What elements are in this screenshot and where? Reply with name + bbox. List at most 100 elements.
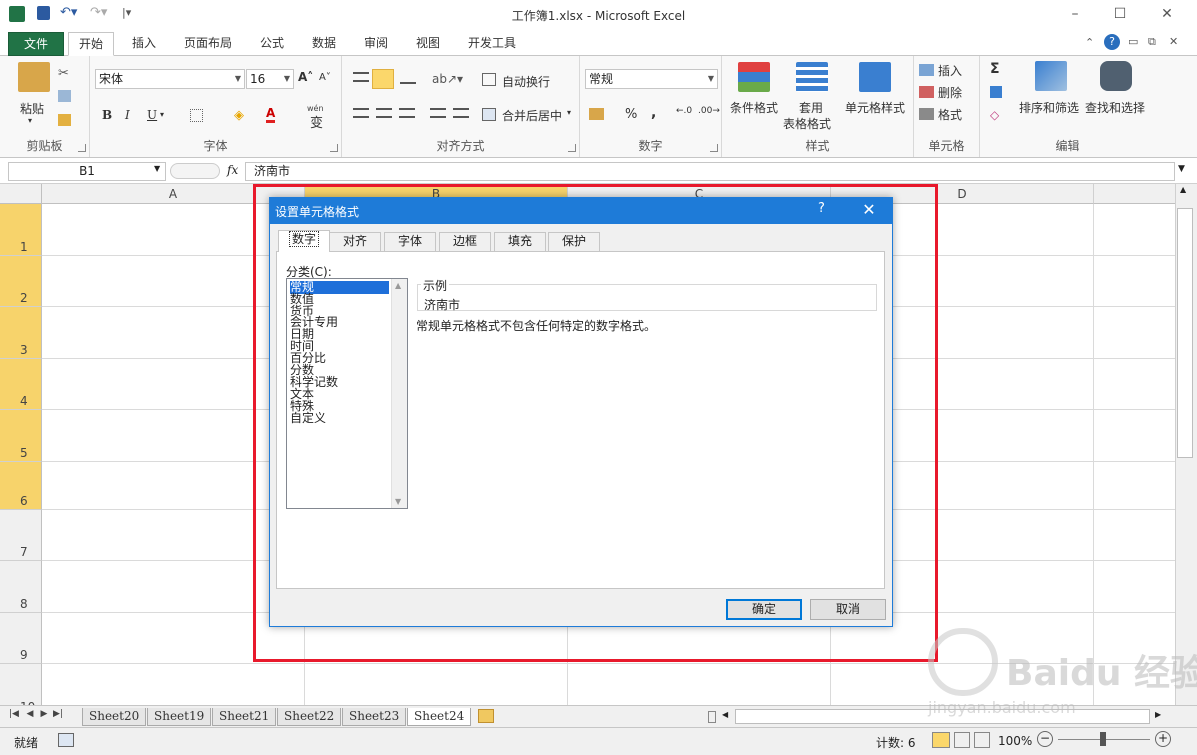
increase-indent-icon[interactable] (453, 108, 469, 118)
tab-page-layout[interactable]: 页面布局 (174, 32, 242, 56)
window-min-icon[interactable]: ▭ (1128, 35, 1138, 48)
select-all-corner[interactable] (0, 184, 42, 204)
delete-cells-button[interactable]: 删除 (938, 84, 962, 101)
sheet-tab[interactable]: Sheet22 (277, 708, 342, 726)
page-layout-view-icon[interactable] (954, 732, 970, 748)
paste-dropdown-icon[interactable]: ▾ (28, 116, 32, 125)
sheet-tab[interactable]: Sheet19 (147, 708, 212, 726)
scroll-up-icon[interactable]: ▲ (1180, 185, 1186, 194)
row-header-4[interactable]: 4 (0, 359, 42, 410)
row-header-5[interactable]: 5 (0, 410, 42, 462)
list-scroll-down-icon[interactable]: ▼ (395, 497, 401, 506)
find-select-icon[interactable] (1100, 61, 1132, 91)
underline-button[interactable]: U (147, 108, 157, 122)
row-header-3[interactable]: 3 (0, 307, 42, 359)
insert-cells-button[interactable]: 插入 (938, 62, 962, 79)
wrap-text-button[interactable]: 自动换行 (502, 73, 550, 90)
ok-button[interactable]: 确定 (726, 599, 802, 620)
format-cells-button[interactable]: 格式 (938, 106, 962, 123)
dialog-title-bar[interactable]: 设置单元格格式 ? ✕ (270, 198, 892, 224)
tab-review[interactable]: 审阅 (354, 32, 398, 56)
sort-filter-button[interactable]: 排序和筛选 (1019, 99, 1079, 116)
find-select-button[interactable]: 查找和选择 (1085, 99, 1145, 116)
row-header-7[interactable]: 7 (0, 510, 42, 561)
font-launcher-icon[interactable] (330, 144, 338, 152)
italic-button[interactable]: I (125, 108, 130, 122)
align-center-icon[interactable] (376, 108, 392, 118)
name-box[interactable]: B1 (8, 162, 166, 181)
tab-data[interactable]: 数据 (302, 32, 346, 56)
decrease-decimal-icon[interactable]: .00→ (698, 106, 720, 116)
row-header-8[interactable]: 8 (0, 561, 42, 613)
tab-insert[interactable]: 插入 (122, 32, 166, 56)
vertical-scroll-thumb[interactable] (1177, 208, 1193, 458)
fill-icon[interactable] (990, 86, 1002, 98)
help-icon[interactable]: ? (1104, 34, 1120, 50)
dialog-tab-alignment[interactable]: 对齐 (329, 232, 381, 251)
zoom-level[interactable]: 100% (998, 734, 1032, 748)
zoom-slider-thumb[interactable] (1100, 732, 1106, 746)
expand-formula-icon[interactable]: ▼ (1178, 164, 1185, 174)
autosum-button[interactable]: Σ (990, 61, 1000, 77)
macro-record-icon[interactable] (58, 733, 74, 747)
formula-divider-handle[interactable] (170, 163, 220, 179)
bold-button[interactable]: B (102, 108, 112, 122)
alignment-launcher-icon[interactable] (568, 144, 576, 152)
maximize-button[interactable]: ☐ (1105, 4, 1135, 24)
font-size-combo[interactable]: 16 ▼ (246, 69, 294, 89)
dialog-tab-protection[interactable]: 保护 (548, 232, 600, 251)
conditional-format-icon[interactable] (738, 62, 770, 92)
sheet-tab[interactable]: Sheet20 (82, 708, 147, 726)
tab-view[interactable]: 视图 (406, 32, 450, 56)
format-as-table-icon[interactable] (796, 62, 828, 92)
row-header-2[interactable]: 2 (0, 256, 42, 307)
borders-icon[interactable] (190, 109, 203, 122)
window-close-icon[interactable]: ✕ (1169, 35, 1178, 48)
prev-sheet-icon[interactable]: ◀ (24, 709, 36, 719)
sort-filter-icon[interactable] (1035, 61, 1067, 91)
tab-split-handle[interactable] (708, 711, 716, 723)
align-left-icon[interactable] (353, 108, 369, 118)
clear-icon[interactable]: ◇ (990, 108, 1006, 124)
percent-button[interactable]: % (625, 107, 637, 122)
sheet-tab[interactable]: Sheet23 (342, 708, 407, 726)
paste-icon[interactable] (18, 62, 50, 92)
dialog-tab-fill[interactable]: 填充 (494, 232, 546, 251)
dialog-close-button[interactable]: ✕ (854, 198, 884, 224)
cell-styles-button[interactable]: 单元格样式 (845, 99, 905, 116)
formula-input[interactable]: 济南市 (245, 162, 1175, 181)
merge-dropdown-icon[interactable]: ▾ (567, 108, 571, 117)
sheet-tab[interactable]: Sheet21 (212, 708, 277, 726)
minimize-button[interactable]: – (1060, 4, 1090, 24)
merge-center-button[interactable]: 合并后居中 (502, 107, 562, 124)
scroll-left-icon[interactable]: ◀ (722, 710, 728, 719)
normal-view-icon[interactable] (932, 732, 950, 748)
category-list-scrollbar[interactable]: ▲ ▼ (391, 279, 407, 508)
align-bottom-icon[interactable] (400, 74, 416, 84)
format-as-table-button[interactable]: 套用 (799, 99, 823, 116)
align-right-icon[interactable] (399, 108, 415, 118)
close-window-button[interactable]: ✕ (1152, 4, 1182, 24)
row-header-1[interactable]: 1 (0, 204, 42, 256)
grow-font-icon[interactable]: A˄ (298, 70, 313, 84)
orientation-icon[interactable]: ab↗▾ (432, 72, 463, 86)
shrink-font-icon[interactable]: A˅ (319, 72, 331, 83)
comma-button[interactable]: , (651, 105, 656, 121)
paste-button[interactable]: 粘贴 (20, 100, 44, 117)
page-break-view-icon[interactable] (974, 732, 990, 748)
font-color-button[interactable]: A (266, 106, 276, 123)
zoom-in-icon[interactable]: + (1155, 731, 1171, 747)
row-header-10[interactable]: 10 (0, 664, 42, 705)
tab-home[interactable]: 开始 (68, 32, 115, 56)
cut-icon[interactable]: ✂ (58, 66, 74, 82)
dialog-help-button[interactable]: ? (818, 201, 834, 216)
tab-file[interactable]: 文件 (8, 32, 64, 56)
column-header-a[interactable]: A (42, 184, 305, 204)
window-restore-icon[interactable]: ⧉ (1148, 35, 1156, 49)
first-sheet-icon[interactable]: |◀ (8, 709, 20, 719)
column-header-e[interactable] (1094, 184, 1175, 204)
dialog-tab-border[interactable]: 边框 (439, 232, 491, 251)
number-format-combo[interactable]: 常规 ▼ (585, 69, 718, 89)
row-header-9[interactable]: 9 (0, 613, 42, 664)
conditional-format-button[interactable]: 条件格式 (730, 99, 778, 116)
